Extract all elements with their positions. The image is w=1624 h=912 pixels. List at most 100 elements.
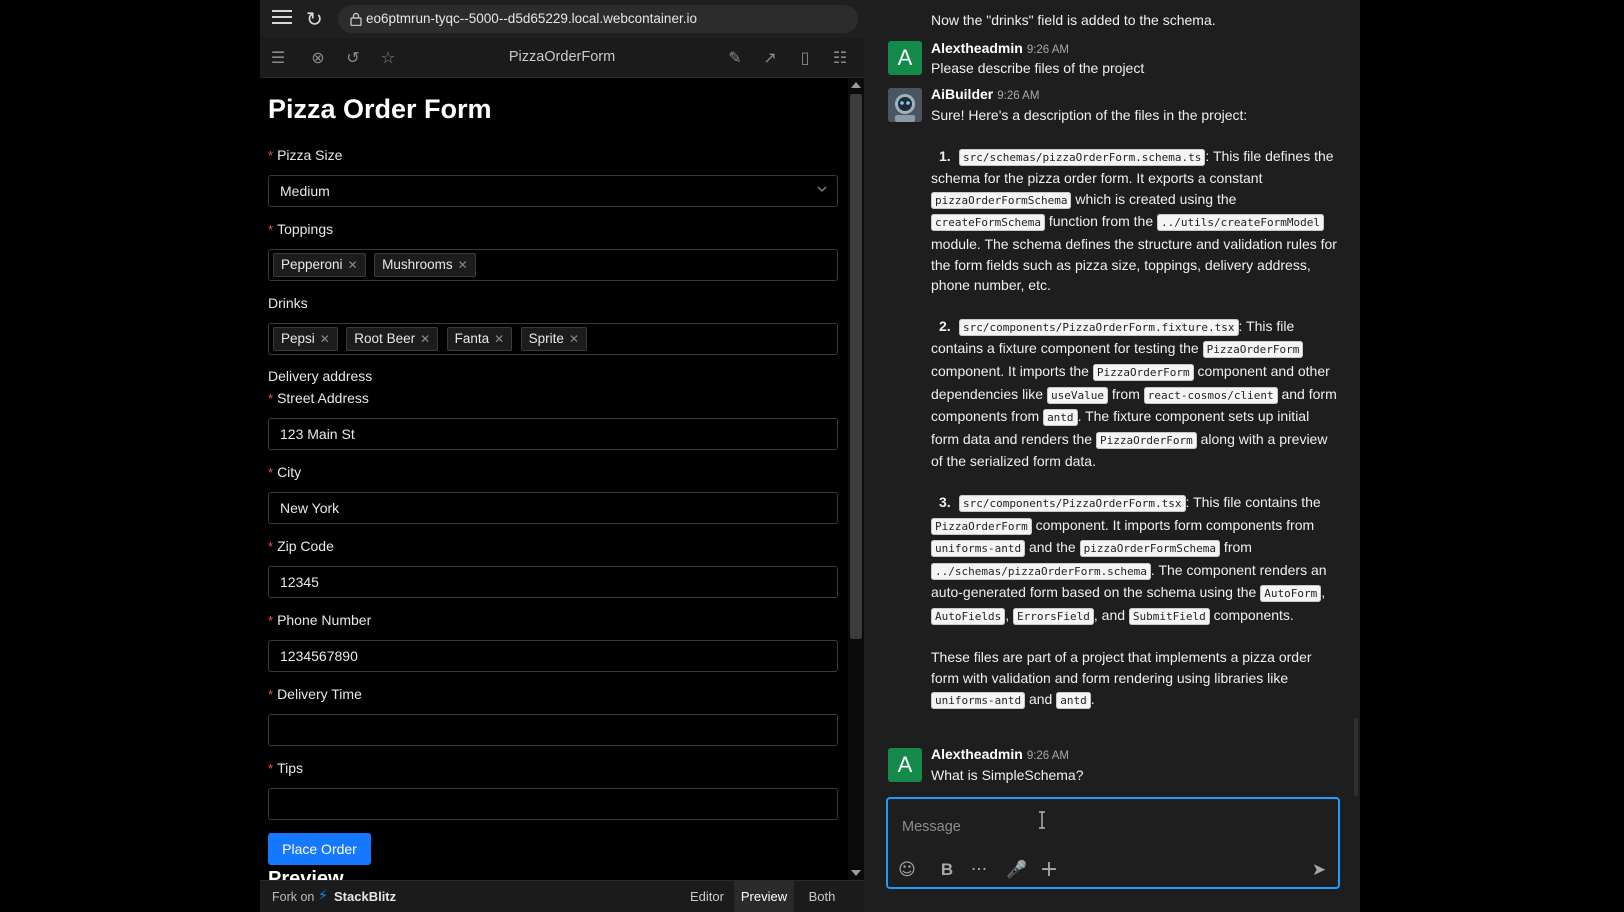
stackblitz-footer: Fork on ⚡ StackBlitz Editor Preview Both — [260, 880, 864, 912]
avatar[interactable]: A — [888, 748, 922, 782]
inline-code: react-cosmos/client — [1143, 386, 1278, 404]
drinks-multiselect[interactable]: Pepsi ✕ Root Beer ✕ Fanta ✕ Sprite ✕ — [268, 323, 838, 355]
tag-mushrooms: Mushrooms ✕ — [374, 253, 476, 277]
list-item-body: src/components/PizzaOrderForm.tsx: This … — [931, 494, 1327, 625]
reload-icon[interactable]: ↻ — [306, 8, 328, 30]
bot-outro: These files are part of a project that i… — [931, 647, 1341, 711]
message-text-fragment: and the — [1025, 539, 1080, 556]
tag-fanta: Fanta ✕ — [446, 327, 513, 351]
list-number: 3. — [939, 493, 951, 510]
view-both-button[interactable]: Both — [798, 881, 846, 912]
message-text-fragment: , — [1321, 584, 1326, 601]
settings-sliders-icon[interactable]: ☷ — [830, 48, 850, 68]
place-order-button[interactable]: Place Order — [268, 833, 371, 865]
inline-code: ErrorsField — [1013, 607, 1094, 625]
zip-input[interactable]: 12345 — [268, 566, 838, 598]
bolt-icon: ⚡ — [318, 888, 328, 904]
emoji-icon[interactable]: ☺ — [896, 859, 918, 881]
view-editor-button[interactable]: Editor — [682, 881, 732, 912]
message-author[interactable]: Alextheadmin 9:26 AM — [931, 40, 1069, 56]
tag-sprite: Sprite ✕ — [520, 327, 587, 351]
address-bar[interactable]: eo6ptmrun-tyqc--5000--d5d65229.local.web… — [338, 5, 858, 33]
message-text-fragment: . — [1090, 690, 1095, 707]
microphone-icon[interactable]: 🎤 — [1006, 859, 1028, 881]
stackblitz-pane: ↻ eo6ptmrun-tyqc--5000--d5d65229.local.w… — [260, 0, 864, 912]
pizza-size-select[interactable]: Medium — [268, 175, 838, 207]
message-time: 9:26 AM — [1026, 750, 1070, 762]
inline-code: createFormSchema — [931, 214, 1045, 232]
city-input[interactable]: New York — [268, 492, 838, 524]
message-text-fragment: from — [1107, 385, 1144, 402]
scroll-down-icon[interactable] — [851, 870, 861, 876]
inline-code: SubmitField — [1128, 607, 1210, 625]
file-description-item: 2. src/components/PizzaOrderForm.fixture.… — [931, 316, 1341, 472]
zip-label: * Zip Code — [268, 538, 334, 554]
tag-root-beer: Root Beer ✕ — [346, 327, 439, 351]
message-text-fragment: , — [1005, 606, 1014, 623]
delivery-time-input[interactable] — [268, 714, 838, 746]
chat-scrollbar[interactable] — [1354, 718, 1358, 796]
inline-code: PizzaOrderForm — [1096, 431, 1197, 449]
street-input[interactable]: 123 Main St — [268, 418, 838, 450]
plus-icon[interactable]: + — [1038, 859, 1060, 881]
hamburger-menu-icon[interactable] — [272, 10, 292, 28]
list-number: 2. — [939, 317, 951, 334]
message-author[interactable]: Alextheadmin 9:26 AM — [931, 746, 1069, 762]
stackblitz-brand[interactable]: StackBlitz — [334, 889, 396, 904]
close-icon[interactable]: ✕ — [348, 258, 358, 272]
fork-label[interactable]: Fork on — [272, 890, 314, 904]
inline-code: pizzaOrderFormSchema — [1079, 540, 1221, 558]
external-link-icon[interactable]: ↗ — [760, 48, 780, 68]
close-icon[interactable]: ✕ — [569, 332, 579, 346]
close-icon[interactable]: ✕ — [420, 332, 430, 346]
message-text: What is SimpleSchema? — [931, 767, 1084, 783]
preview-heading: Preview — [268, 868, 344, 880]
scroll-up-icon[interactable] — [851, 82, 861, 88]
toppings-multiselect[interactable]: Pepperoni ✕ Mushrooms ✕ — [268, 249, 838, 281]
lock-icon — [350, 12, 362, 26]
message-author[interactable]: AiBuilder 9:26 AM — [931, 86, 1039, 102]
text-cursor-icon — [1039, 811, 1045, 829]
scroll-thumb[interactable] — [850, 94, 862, 639]
phone-input[interactable]: 1234567890 — [268, 640, 838, 672]
device-icon[interactable]: ▯ — [795, 48, 815, 68]
inline-code: ../schemas/pizzaOrderForm.schema — [931, 562, 1151, 580]
message-text: Please describe files of the project — [931, 60, 1145, 76]
close-icon[interactable]: ✕ — [320, 332, 330, 346]
chat-previous-line: Now the "drinks" field is added to the s… — [931, 12, 1216, 28]
bold-icon[interactable]: B — [936, 859, 958, 881]
edit-icon[interactable]: ✎ — [725, 48, 745, 68]
delivery-time-label: * Delivery Time — [268, 686, 362, 702]
city-label: * City — [268, 464, 302, 480]
tips-input[interactable] — [268, 788, 838, 820]
close-icon[interactable]: ✕ — [494, 332, 504, 346]
avatar[interactable]: A — [888, 41, 922, 75]
view-preview-button[interactable]: Preview — [734, 881, 794, 912]
message-text-fragment: module. The schema defines the structure… — [931, 235, 1337, 294]
inline-code: src/schemas/pizzaOrderForm.schema.ts — [959, 148, 1206, 166]
inline-code: PizzaOrderForm — [931, 517, 1032, 535]
message-text-fragment: component. It imports form components fr… — [1031, 516, 1315, 533]
list-number: 1. — [939, 147, 951, 164]
form-title: Pizza Order Form — [268, 94, 492, 124]
send-icon[interactable]: ➤ — [1308, 859, 1330, 881]
form-scrollbar[interactable] — [848, 78, 864, 880]
chevron-down-icon — [817, 186, 827, 192]
message-text-fragment: and — [1025, 690, 1057, 707]
inline-code: AutoForm — [1260, 585, 1322, 603]
bot-file-list: 1. src/schemas/pizzaOrderForm.schema.ts: … — [931, 146, 1341, 628]
inline-code: useValue — [1046, 386, 1108, 404]
street-label: * Street Address — [268, 390, 369, 406]
robot-icon — [888, 88, 922, 122]
chat-pane: Now the "drinks" field is added to the s… — [864, 0, 1360, 912]
bot-avatar[interactable] — [888, 88, 922, 122]
message-text-fragment: from — [1220, 539, 1252, 556]
close-icon[interactable]: ✕ — [458, 258, 468, 272]
message-text-fragment: components. — [1209, 606, 1294, 623]
message-input[interactable]: Message — [902, 819, 961, 835]
message-text-fragment: which is created using the — [1071, 190, 1237, 207]
message-composer[interactable]: Message ☺ B ··· 🎤 + ➤ — [886, 797, 1340, 889]
tag-pepperoni: Pepperoni ✕ — [273, 253, 366, 277]
phone-label: * Phone Number — [268, 612, 372, 628]
more-icon[interactable]: ··· — [968, 859, 990, 881]
